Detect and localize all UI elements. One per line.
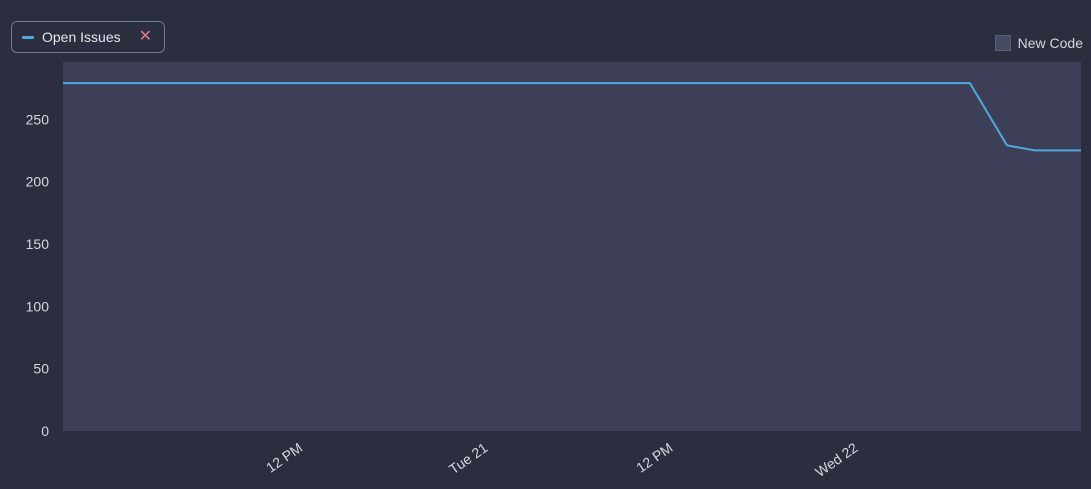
y-axis-labels: 0 50 100 150 200 250 (26, 111, 50, 439)
x-tick-label: 12 PM (633, 439, 675, 475)
x-tick-label: Tue 21 (446, 439, 491, 477)
chart-widget: Open Issues ✕ New Code 0 50 100 150 200 250 1… (0, 0, 1091, 489)
plot-area (63, 62, 1081, 431)
x-tick-label: Wed 22 (812, 439, 861, 480)
y-tick-label: 0 (41, 423, 49, 439)
x-tick-label: 12 PM (263, 439, 305, 475)
x-axis-labels: 12 PM Tue 21 12 PM Wed 22 (263, 439, 861, 480)
line-chart: 0 50 100 150 200 250 12 PM Tue 21 12 PM Wed 22 (26, 62, 1081, 480)
y-tick-label: 100 (26, 298, 50, 314)
y-tick-label: 150 (26, 236, 50, 252)
y-tick-label: 50 (33, 361, 49, 377)
y-tick-label: 250 (26, 111, 50, 127)
y-tick-label: 200 (26, 174, 50, 190)
